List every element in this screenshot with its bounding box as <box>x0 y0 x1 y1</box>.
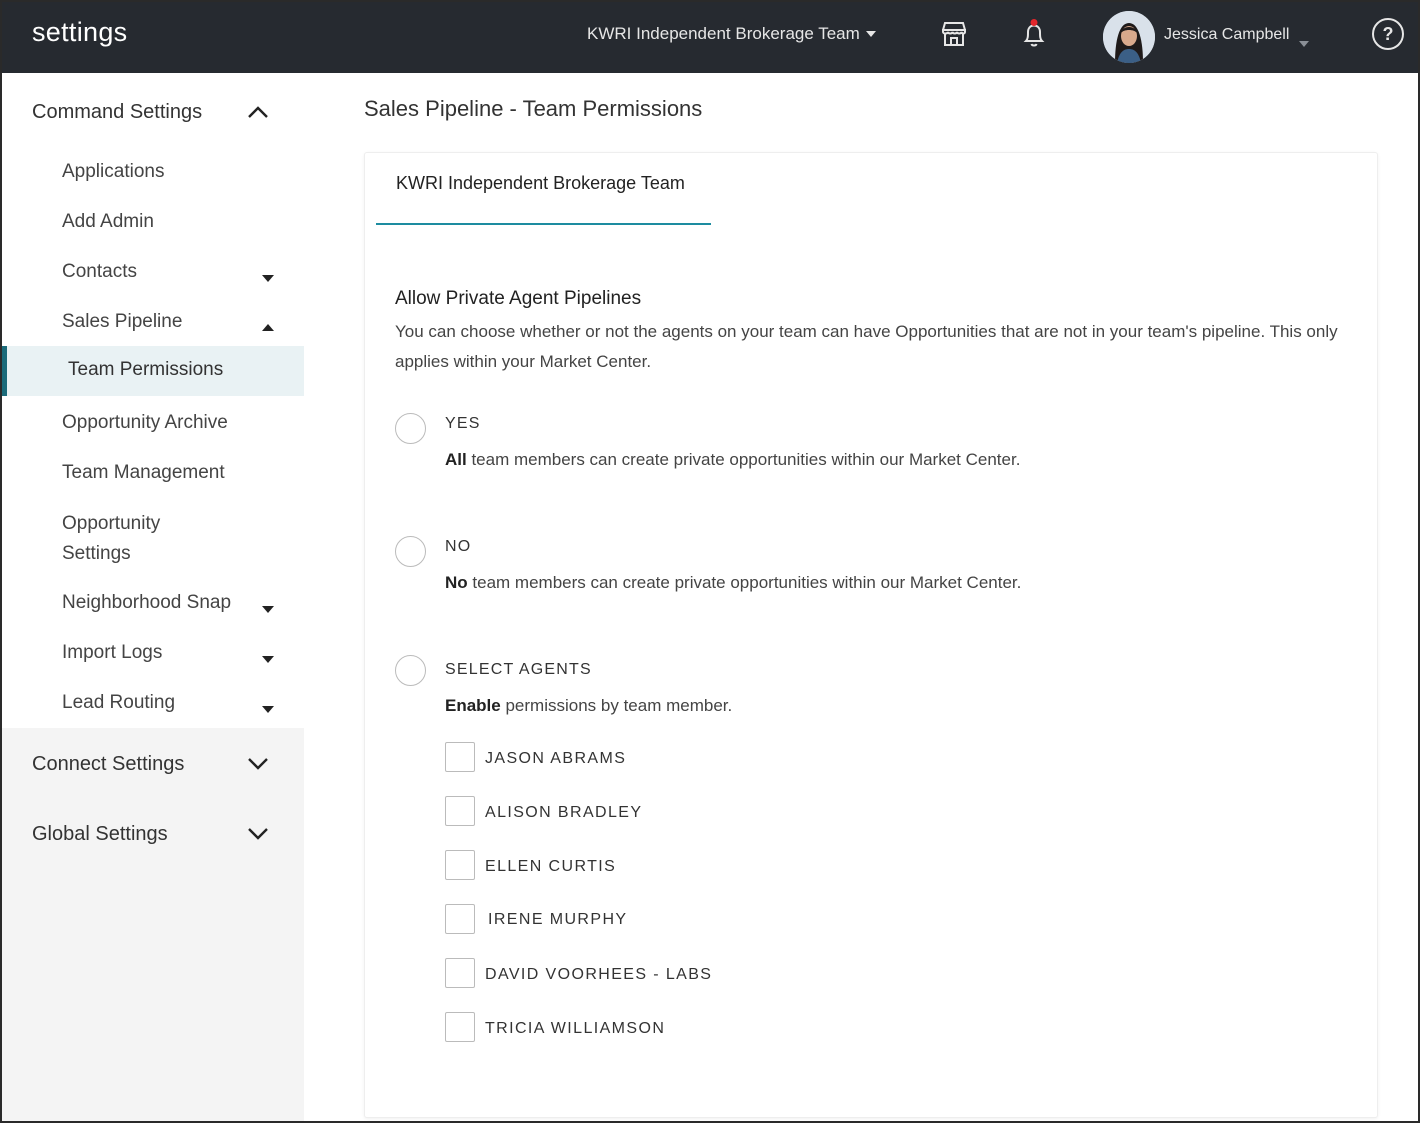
section-description: You can choose whether or not the agents… <box>395 322 1338 371</box>
radio-select-agents[interactable] <box>395 655 426 686</box>
team-selector-label: KWRI Independent Brokerage Team <box>587 24 860 43</box>
agent-name[interactable]: TRICIA WILLIAMSON <box>485 1020 665 1038</box>
avatar[interactable] <box>1103 11 1155 63</box>
import-logs-caret[interactable] <box>262 650 274 668</box>
agent-checkbox-irene-murphy[interactable] <box>445 904 475 934</box>
radio-select-agents-label[interactable]: SELECT AGENTS <box>445 661 592 679</box>
sales-pipeline-caret[interactable] <box>262 318 274 336</box>
lead-routing-caret[interactable] <box>262 700 274 718</box>
agent-name[interactable]: IRENE MURPHY <box>488 911 627 929</box>
radio-no-description: No team members can create private oppor… <box>445 573 1022 592</box>
sidebar-item-neighborhood-snap[interactable]: Neighborhood Snap <box>62 592 231 614</box>
sidebar-item-add-admin[interactable]: Add Admin <box>62 211 154 233</box>
bell-icon[interactable] <box>1020 18 1048 50</box>
user-menu-caret[interactable] <box>1299 34 1309 52</box>
sidebar-item-applications[interactable]: Applications <box>62 161 164 183</box>
sidebar-item-opportunity-settings[interactable]: Opportunity Settings <box>62 509 202 569</box>
chevron-down-icon[interactable] <box>248 828 268 840</box>
agent-checkbox-tricia-williamson[interactable] <box>445 1012 475 1042</box>
sidebar-item-sales-pipeline[interactable]: Sales Pipeline <box>62 311 182 333</box>
agent-checkbox-david-voorhees[interactable] <box>445 958 475 988</box>
caret-up-icon <box>262 324 274 331</box>
section-title: Allow Private Agent Pipelines <box>395 288 642 309</box>
top-bar: settings KWRI Independent Brokerage Team… <box>2 2 1418 73</box>
caret-down-icon <box>262 275 274 282</box>
permissions-card: KWRI Independent Brokerage Team Allow Pr… <box>364 152 1378 1118</box>
neighborhood-snap-caret[interactable] <box>262 600 274 618</box>
help-icon[interactable]: ? <box>1372 18 1404 50</box>
caret-down-icon <box>262 706 274 713</box>
agent-name[interactable]: ELLEN CURTIS <box>485 858 616 876</box>
tab-label: KWRI Independent Brokerage Team <box>396 173 685 193</box>
caret-down-icon <box>865 31 876 37</box>
agent-checkbox-alison-bradley[interactable] <box>445 796 475 826</box>
agent-name[interactable]: ALISON BRADLEY <box>485 804 642 822</box>
radio-no-label[interactable]: NO <box>445 538 471 556</box>
caret-down-icon <box>262 606 274 613</box>
agent-name[interactable]: DAVID VOORHEES - LABS <box>485 966 712 984</box>
agent-name[interactable]: JASON ABRAMS <box>485 750 626 768</box>
sidebar-item-opportunity-archive[interactable]: Opportunity Archive <box>62 412 228 434</box>
sidebar-item-team-management[interactable]: Team Management <box>62 462 225 484</box>
user-name[interactable]: Jessica Campbell <box>1164 26 1289 44</box>
sidebar-item-import-logs[interactable]: Import Logs <box>62 642 162 664</box>
agent-checkbox-jason-abrams[interactable] <box>445 742 475 772</box>
sidebar: Command Settings Applications Add Admin … <box>2 73 304 1121</box>
agent-checkbox-ellen-curtis[interactable] <box>445 850 475 880</box>
tab-team[interactable]: KWRI Independent Brokerage Team <box>376 153 711 225</box>
global-settings-header[interactable]: Global Settings <box>32 823 168 846</box>
caret-down-icon <box>1299 41 1309 47</box>
caret-down-icon <box>262 656 274 663</box>
radio-yes-description: All team members can create private oppo… <box>445 450 1021 469</box>
chevron-down-icon[interactable] <box>248 758 268 770</box>
notification-dot <box>1030 19 1038 26</box>
sidebar-item-team-permissions[interactable]: Team Permissions <box>2 346 304 396</box>
page-title: Sales Pipeline - Team Permissions <box>364 96 703 121</box>
sidebar-item-label: Team Permissions <box>68 359 224 380</box>
connect-settings-header[interactable]: Connect Settings <box>32 753 184 776</box>
chevron-up-icon[interactable] <box>248 106 268 118</box>
radio-no[interactable] <box>395 536 426 567</box>
app-title: settings <box>32 17 128 47</box>
sidebar-item-contacts[interactable]: Contacts <box>62 261 137 283</box>
radio-yes-label[interactable]: YES <box>445 415 481 433</box>
command-settings-panel: Command Settings Applications Add Admin … <box>2 73 304 728</box>
team-selector[interactable]: KWRI Independent Brokerage Team <box>587 24 876 44</box>
command-settings-header[interactable]: Command Settings <box>32 101 202 124</box>
sidebar-item-lead-routing[interactable]: Lead Routing <box>62 692 175 714</box>
contacts-caret[interactable] <box>262 269 274 287</box>
store-icon[interactable] <box>940 20 968 48</box>
radio-select-agents-description: Enable permissions by team member. <box>445 696 733 715</box>
main-content: Sales Pipeline - Team Permissions KWRI I… <box>304 73 1418 1121</box>
radio-yes[interactable] <box>395 413 426 444</box>
